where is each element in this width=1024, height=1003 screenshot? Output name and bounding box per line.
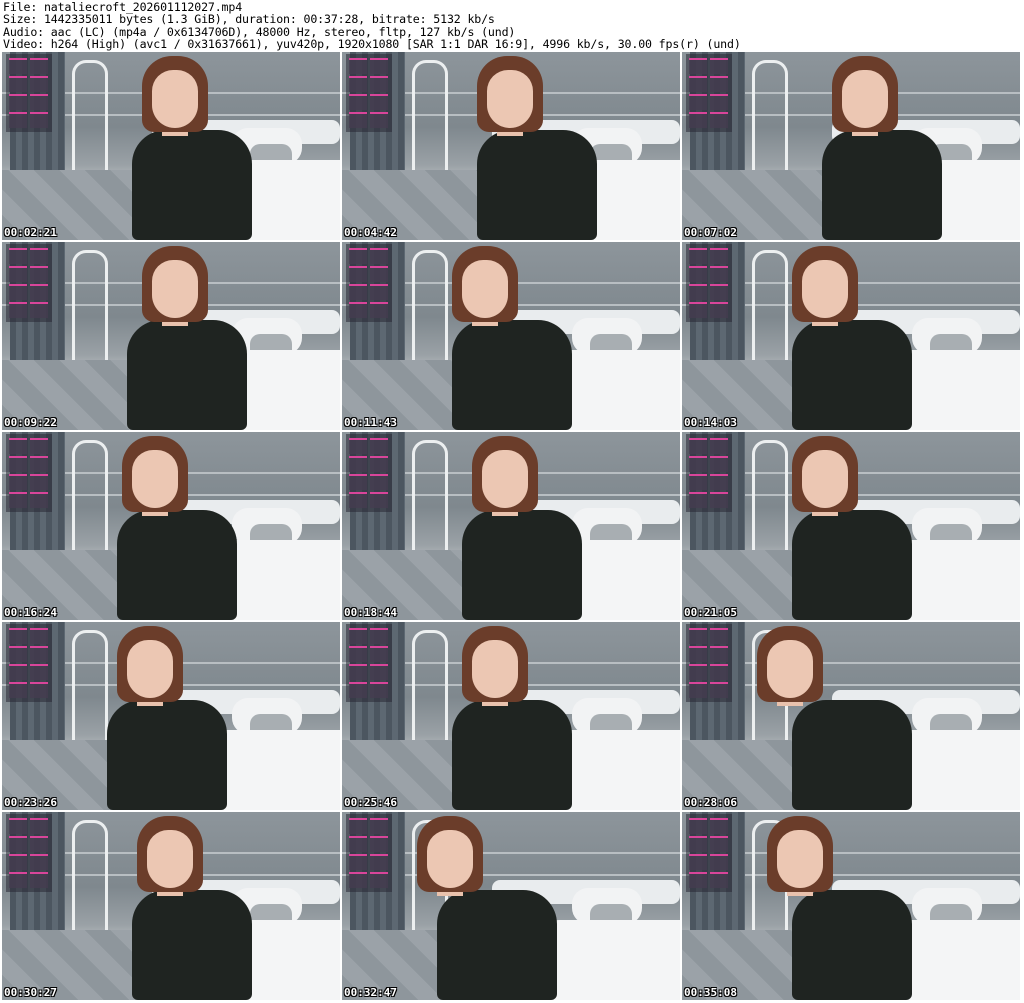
timestamp-label: 00:18:44 [344,606,397,619]
black-tshirt [437,890,557,1000]
timestamp-label: 00:04:42 [344,226,397,239]
face [487,70,533,128]
timestamp-label: 00:23:26 [4,796,57,809]
person [812,52,952,240]
face [842,70,888,128]
black-tshirt [462,510,582,620]
video-thumbnail[interactable]: 00:21:05 [682,432,1020,620]
person [442,622,582,810]
tip-menu-overlay [686,54,732,132]
tip-menu-overlay [346,814,392,892]
black-tshirt [792,510,912,620]
face [427,830,473,888]
face [802,260,848,318]
face [132,450,178,508]
thumbnail-grid: 00:02:21 00:04:42 00:07:02 00:09:22 00:1… [2,52,1022,1000]
tip-menu-overlay [6,624,52,702]
video-thumbnail[interactable]: 00:02:21 [2,52,340,240]
video-thumbnail[interactable]: 00:28:06 [682,622,1020,810]
black-tshirt [452,320,572,430]
black-tshirt [822,130,942,240]
tip-menu-overlay [686,814,732,892]
timestamp-label: 00:07:02 [684,226,737,239]
tip-menu-overlay [686,244,732,322]
tip-menu-overlay [346,624,392,702]
person [97,622,237,810]
person [417,812,567,1000]
black-tshirt [127,320,247,430]
tip-menu-overlay [6,244,52,322]
person [782,242,922,430]
timestamp-label: 00:30:27 [4,986,57,999]
timestamp-label: 00:14:03 [684,416,737,429]
video-thumbnail[interactable]: 00:32:47 [342,812,680,1000]
tip-menu-overlay [6,54,52,132]
person [767,812,922,1000]
tip-menu-overlay [346,434,392,512]
video-thumbnail[interactable]: 00:14:03 [682,242,1020,430]
video-thumbnail[interactable]: 00:16:24 [2,432,340,620]
black-tshirt [117,510,237,620]
black-tshirt [107,700,227,810]
video-thumbnail[interactable]: 00:18:44 [342,432,680,620]
face [127,640,173,698]
tip-menu-overlay [686,624,732,702]
face [802,450,848,508]
face [767,640,813,698]
timestamp-label: 00:35:08 [684,986,737,999]
black-tshirt [477,130,597,240]
timestamp-label: 00:21:05 [684,606,737,619]
face [462,260,508,318]
face [152,70,198,128]
person [122,52,262,240]
black-tshirt [792,320,912,430]
timestamp-label: 00:16:24 [4,606,57,619]
face [147,830,193,888]
tip-menu-overlay [346,244,392,322]
person [757,622,922,810]
black-tshirt [132,130,252,240]
file-size-line: Size: 1442335011 bytes (1.3 GiB), durati… [3,12,495,27]
face [777,830,823,888]
person [452,432,592,620]
person [782,432,922,620]
video-thumbnail[interactable]: 00:09:22 [2,242,340,430]
tip-menu-overlay [6,814,52,892]
video-thumbnail[interactable]: 00:23:26 [2,622,340,810]
black-tshirt [792,700,912,810]
timestamp-label: 00:25:46 [344,796,397,809]
person [117,242,257,430]
timestamp-label: 00:32:47 [344,986,397,999]
person [442,242,582,430]
face [482,450,528,508]
file-info-header: File: nataliecroft_202601112027.mp4 Size… [3,1,1021,51]
face [152,260,198,318]
video-thumbnail[interactable]: 00:25:46 [342,622,680,810]
video-thumbnail[interactable]: 00:04:42 [342,52,680,240]
tip-menu-overlay [686,434,732,512]
person [107,432,247,620]
person [467,52,607,240]
tip-menu-overlay [6,434,52,512]
video-info-line: Video: h264 (High) (avc1 / 0x31637661), … [3,37,741,52]
person [122,812,262,1000]
timestamp-label: 00:11:43 [344,416,397,429]
timestamp-label: 00:28:06 [684,796,737,809]
video-thumbnail[interactable]: 00:11:43 [342,242,680,430]
timestamp-label: 00:02:21 [4,226,57,239]
video-thumbnail[interactable]: 00:35:08 [682,812,1020,1000]
face [472,640,518,698]
timestamp-label: 00:09:22 [4,416,57,429]
black-tshirt [452,700,572,810]
black-tshirt [132,890,252,1000]
tip-menu-overlay [346,54,392,132]
video-thumbnail[interactable]: 00:07:02 [682,52,1020,240]
black-tshirt [792,890,912,1000]
video-thumbnail[interactable]: 00:30:27 [2,812,340,1000]
